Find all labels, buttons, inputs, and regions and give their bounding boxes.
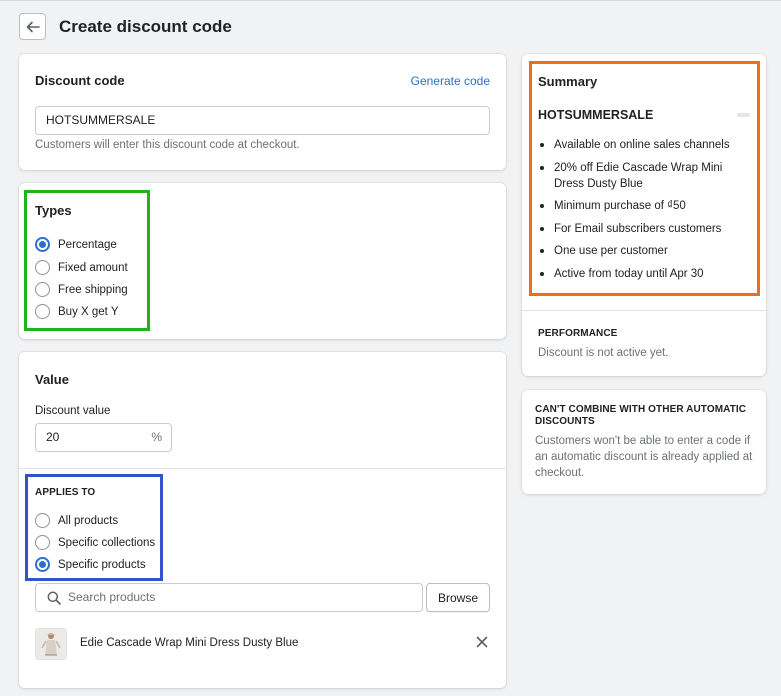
discount-value-label: Discount value bbox=[35, 405, 111, 417]
product-name: Edie Cascade Wrap Mini Dress Dusty Blue bbox=[80, 637, 299, 649]
back-button[interactable] bbox=[19, 13, 46, 40]
applies-to-highlight-box bbox=[25, 474, 163, 581]
combine-text: Customers won't be able to enter a code … bbox=[535, 435, 753, 479]
search-placeholder: Search products bbox=[68, 590, 156, 604]
discount-code-title: Discount code bbox=[35, 73, 125, 88]
combine-card: CAN'T COMBINE WITH OTHER AUTOMATIC DISCO… bbox=[522, 390, 766, 494]
search-icon bbox=[47, 591, 61, 605]
discount-code-input[interactable]: HOTSUMMERSALE bbox=[35, 106, 490, 135]
discount-value-input[interactable]: 20 % bbox=[35, 423, 172, 452]
discount-value-text: 20 bbox=[46, 430, 60, 444]
summary-divider bbox=[522, 310, 766, 311]
top-border bbox=[0, 0, 781, 1]
performance-text: Discount is not active yet. bbox=[538, 347, 669, 359]
value-title: Value bbox=[35, 372, 69, 387]
browse-button[interactable]: Browse bbox=[426, 583, 490, 612]
product-thumbnail bbox=[35, 628, 67, 660]
value-divider bbox=[19, 468, 506, 469]
search-products-input[interactable]: Search products bbox=[35, 583, 423, 612]
arrow-left-icon bbox=[26, 21, 40, 32]
percent-suffix: % bbox=[151, 430, 162, 444]
performance-heading: PERFORMANCE bbox=[538, 328, 618, 339]
remove-product-icon[interactable] bbox=[476, 636, 488, 648]
types-highlight-box bbox=[24, 190, 150, 331]
discount-code-help: Customers will enter this discount code … bbox=[35, 139, 300, 151]
summary-highlight-box bbox=[529, 61, 760, 296]
generate-code-link[interactable]: Generate code bbox=[411, 74, 490, 88]
discount-code-card: Discount code Generate code HOTSUMMERSAL… bbox=[19, 54, 506, 170]
page-title: Create discount code bbox=[59, 17, 232, 36]
combine-heading: CAN'T COMBINE WITH OTHER AUTOMATIC DISCO… bbox=[535, 404, 747, 427]
